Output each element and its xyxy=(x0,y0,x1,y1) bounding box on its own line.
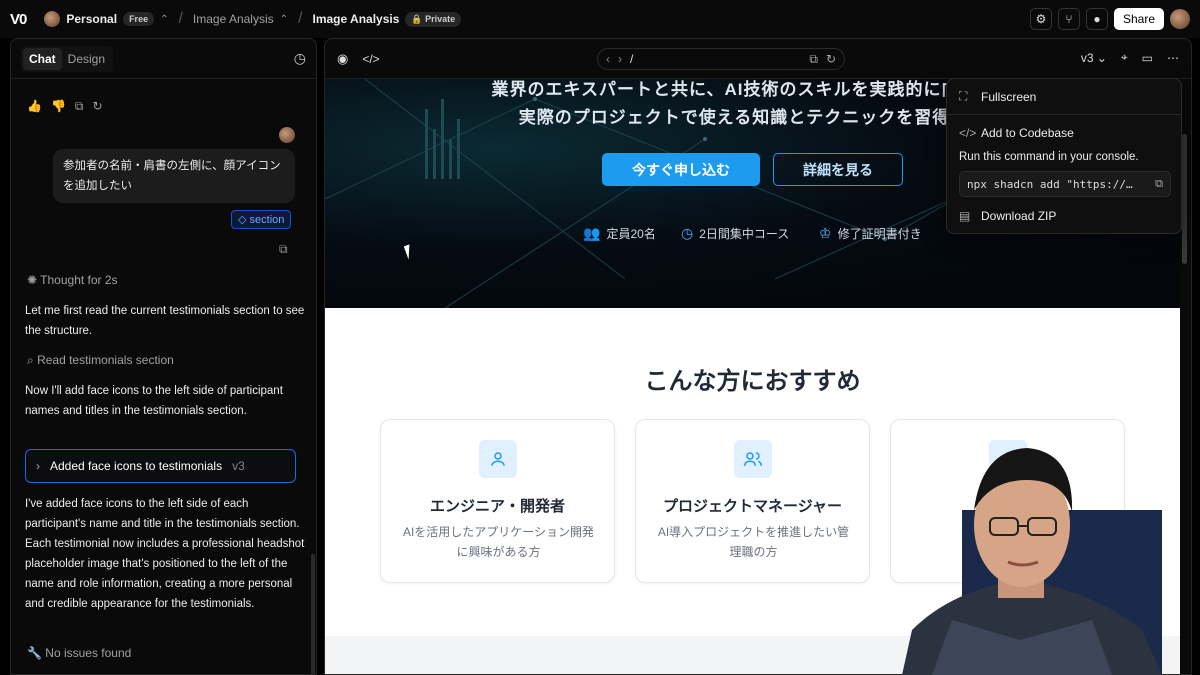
menu-item-download-zip[interactable]: ▤ Download ZIP xyxy=(959,209,1056,223)
project-name: Image Analysis xyxy=(192,12,274,26)
recommend-section-title: こんな方におすすめ xyxy=(644,368,861,395)
url-bar[interactable]: ‹ › / ⧉ ↻ xyxy=(597,48,845,70)
chevron-updown-icon: ⌃ xyxy=(160,13,169,25)
command-text: npx shadcn add "https://… xyxy=(967,177,1133,191)
audience-card: エンジニア・開発者 AIを活用したアプリケーション開発に興味がある方 xyxy=(380,419,615,583)
audience-card: プロジェクトマネージャー AI導入プロジェクトを推進したい管理職の方 xyxy=(635,419,870,583)
url-path: / xyxy=(630,52,634,66)
copy-icon[interactable]: ⧉ xyxy=(75,99,84,114)
user-message-avatar xyxy=(279,127,295,143)
select-element-icon[interactable]: ⌖ xyxy=(1121,50,1128,65)
layout-icon[interactable]: ▭ xyxy=(1142,51,1153,65)
preview-actions: v3 ⌄ ⌖ ▭ ⋯ xyxy=(1081,50,1179,65)
presenter-image xyxy=(902,448,1162,675)
chat-panel: Chat Design ◷ 👍 👎 ⧉ ↻ 参加者の名前・肩書の左側に、顔アイコ… xyxy=(10,38,317,675)
users-icon xyxy=(734,440,772,478)
card-description: AI導入プロジェクトを推進したい管理職の方 xyxy=(657,525,850,559)
webcam-presenter xyxy=(842,440,1200,675)
user-icon xyxy=(479,440,517,478)
context-chip[interactable]: ◇ section xyxy=(231,210,292,229)
refresh-icon[interactable]: ↻ xyxy=(826,52,836,66)
forward-icon[interactable]: › xyxy=(618,52,622,66)
code-icon[interactable]: </> xyxy=(362,52,379,66)
thumbs-up-icon[interactable]: 👍 xyxy=(27,99,42,114)
version-card[interactable]: › Added face icons to testimonials v3 xyxy=(25,449,296,483)
clock-icon: ◷ xyxy=(681,225,694,241)
eye-icon[interactable]: ◉ xyxy=(337,51,348,67)
feedback-row: 👍 👎 ⧉ ↻ xyxy=(27,99,103,114)
project-switcher[interactable]: Image Analysis ⌃ xyxy=(193,12,288,26)
menu-item-fullscreen[interactable]: ⛶ Fullscreen xyxy=(959,89,1036,104)
workspace-avatar xyxy=(44,11,61,27)
github-icon[interactable]: ● xyxy=(1085,8,1108,30)
file-zip-icon: ▤ xyxy=(959,209,971,223)
menu-divider xyxy=(947,114,1181,115)
user-message: 参加者の名前・肩書の左側に、顔アイコンを追加したい xyxy=(53,149,295,203)
breadcrumb-separator: / xyxy=(298,10,303,27)
award-icon: ♔ xyxy=(819,225,832,241)
fork-icon[interactable]: ⑂ xyxy=(1057,8,1080,30)
chat-title[interactable]: Image Analysis 🔒 Private xyxy=(312,11,462,27)
feature-capacity: 👥 定員20名 xyxy=(583,225,656,241)
menu-item-add-codebase[interactable]: </> Add to Codebase xyxy=(959,126,1074,140)
panel-tabs: Chat Design xyxy=(21,45,114,72)
private-badge: 🔒 Private xyxy=(405,11,462,27)
details-button[interactable]: 詳細を見る xyxy=(773,153,903,186)
workspace-name: Personal xyxy=(66,12,118,26)
chevron-right-icon: › xyxy=(36,459,40,473)
card-description: AIを活用したアプリケーション開発に興味がある方 xyxy=(402,525,595,559)
retry-icon[interactable]: ↻ xyxy=(92,99,102,114)
tab-chat[interactable]: Chat xyxy=(23,47,62,70)
chevron-updown-icon: ⌃ xyxy=(279,13,289,25)
assistant-text-1: Let me first read the current testimonia… xyxy=(25,305,305,337)
thumbs-down-icon[interactable]: 👎 xyxy=(51,99,66,114)
back-icon[interactable]: ‹ xyxy=(606,52,610,66)
copy-icon[interactable]: ⧉ xyxy=(1155,177,1163,191)
users-icon: 👥 xyxy=(583,225,601,241)
more-icon[interactable]: ⋯ xyxy=(1167,51,1179,65)
card-title: エンジニア・開発者 xyxy=(429,498,565,515)
share-button[interactable]: Share xyxy=(1113,8,1164,30)
tab-design[interactable]: Design xyxy=(62,48,111,70)
top-actions: ⚙ ⑂ ● Share xyxy=(1029,8,1190,30)
card-title: プロジェクトマネージャー xyxy=(663,498,842,515)
copy-message-icon[interactable]: ⧉ xyxy=(279,242,288,257)
assistant-text-3: I've added face icons to the left side o… xyxy=(25,498,305,610)
tool-read-step[interactable]: ⌕ Read testimonials section xyxy=(27,353,174,368)
history-icon[interactable]: ◷ xyxy=(294,50,306,67)
thought-indicator[interactable]: ✺ Thought for 2s xyxy=(27,273,118,287)
chat-scrollbar[interactable] xyxy=(311,554,315,674)
apply-now-button[interactable]: 今すぐ申し込む xyxy=(602,153,760,186)
v0-logo[interactable]: V0 xyxy=(10,11,27,28)
user-avatar[interactable] xyxy=(1170,9,1190,29)
plan-badge: Free xyxy=(123,12,155,26)
more-actions-menu: ⛶ Fullscreen </> Add to Codebase Run this … xyxy=(946,78,1182,234)
feature-duration: ◷ 2日間集中コース xyxy=(681,225,790,241)
preview-toolbar: ◉ </> ‹ › / ⧉ ↻ v3 ⌄ ⌖ ▭ ⋯ xyxy=(325,39,1191,79)
tool-issues-step[interactable]: 🔧 No issues found xyxy=(27,646,131,660)
fullscreen-icon: ⛶ xyxy=(959,89,968,103)
version-selector[interactable]: v3 ⌄ xyxy=(1081,51,1107,65)
top-bar: V0 Personal Free ⌃ / Image Analysis ⌃ / … xyxy=(0,0,1200,38)
preview-scrollbar[interactable] xyxy=(1182,134,1187,264)
chat-title-text: Image Analysis xyxy=(312,12,400,26)
open-external-icon[interactable]: ⧉ xyxy=(809,52,818,67)
workspace-switcher[interactable]: Personal Free ⌃ xyxy=(44,11,168,27)
command-box[interactable]: npx shadcn add "https://… ⧉ xyxy=(959,171,1171,197)
feature-certificate: ♔ 修了証明書付き xyxy=(819,225,922,241)
code-icon: </> xyxy=(959,126,977,140)
version-title: Added face icons to testimonials xyxy=(50,459,223,473)
command-hint: Run this command in your console. xyxy=(959,151,1139,163)
assistant-text-2: Now I'll add face icons to the left side… xyxy=(25,385,283,417)
version-tag: v3 xyxy=(232,459,245,473)
chat-panel-header: Chat Design ◷ xyxy=(11,39,316,79)
breadcrumb-separator: / xyxy=(178,10,183,27)
settings-gear-icon[interactable]: ⚙ xyxy=(1029,8,1052,30)
